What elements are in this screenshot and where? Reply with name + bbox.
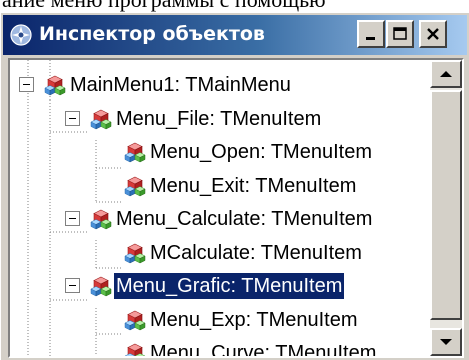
background-text: ание меню программы с помощью — [2, 0, 326, 12]
component-cubes-icon — [88, 106, 114, 132]
tree-item-label: Menu_File: TMenuItem — [116, 107, 322, 130]
component-cubes-icon — [88, 206, 114, 232]
maximize-icon — [393, 27, 407, 40]
maximize-button[interactable] — [386, 20, 414, 48]
component-cubes-icon — [122, 139, 148, 165]
tree-item-label: Menu_Exit: TMenuItem — [150, 174, 357, 197]
component-tree: MainMenu1: TMainMenu Menu_File: TMenuItem… — [10, 60, 430, 356]
tree-item-label: Menu_Grafic: TMenuItem — [114, 273, 345, 299]
scrollbar-thumb[interactable] — [430, 90, 462, 320]
tree-expander-minus[interactable] — [65, 211, 80, 226]
tree-item-label: MainMenu1: TMainMenu — [70, 74, 291, 96]
tree-item[interactable]: MainMenu1: TMainMenu — [42, 68, 293, 102]
minimize-icon — [366, 37, 375, 40]
close-icon — [427, 28, 439, 40]
tree-expander-minus[interactable] — [65, 278, 80, 293]
tree-item[interactable]: Menu_Curve: TMenuItem — [122, 336, 378, 358]
vertical-scrollbar[interactable] — [430, 60, 462, 356]
scroll-up-button[interactable] — [430, 60, 462, 88]
tree-item-label: Menu_Calculate: TMenuItem — [116, 208, 373, 230]
tree-item[interactable]: Menu_Exp: TMenuItem — [122, 303, 360, 337]
scroll-down-button[interactable] — [430, 328, 462, 356]
component-cubes-icon — [88, 273, 114, 299]
window-title: Инспектор объектов — [39, 23, 265, 45]
component-cubes-icon — [122, 173, 148, 199]
component-cubes-icon — [122, 307, 148, 333]
tree-item[interactable]: Menu_File: TMenuItem — [88, 102, 323, 136]
tree-item[interactable]: Menu_Grafic: TMenuItem — [88, 269, 345, 303]
tree-item[interactable]: Menu_Open: TMenuItem — [122, 135, 374, 169]
object-inspector-window: Инспектор объектов MainMenu1: TMainMenu … — [0, 12, 469, 360]
tree-expander-minus[interactable] — [65, 110, 80, 126]
tree-item[interactable]: Menu_Calculate: TMenuItem — [88, 202, 374, 236]
tree-item[interactable]: MCalculate: TMenuItem — [122, 236, 364, 270]
title-bar[interactable]: Инспектор объектов — [3, 15, 467, 55]
minimize-button[interactable] — [357, 20, 385, 48]
close-button[interactable] — [419, 20, 447, 48]
component-cubes-icon — [122, 340, 148, 356]
tree-item-label: MCalculate: TMenuItem — [150, 241, 362, 264]
component-cubes-icon — [42, 72, 68, 98]
tree-item-label: Menu_Exp: TMenuItem — [150, 308, 358, 331]
arrow-down-icon — [440, 339, 452, 345]
component-cubes-icon — [122, 240, 148, 266]
tree-item[interactable]: Menu_Exit: TMenuItem — [122, 169, 358, 203]
object-inspector-icon — [10, 24, 32, 46]
background-document-text: ание меню программы с помощью — [0, 0, 469, 12]
arrow-up-icon — [440, 71, 452, 77]
component-tree-panel: MainMenu1: TMainMenu Menu_File: TMenuItem… — [8, 58, 464, 358]
tree-item-label: Menu_Curve: TMenuItem — [150, 342, 377, 358]
tree-item-label: Menu_Open: TMenuItem — [150, 141, 372, 163]
tree-expander-minus[interactable] — [19, 77, 34, 92]
